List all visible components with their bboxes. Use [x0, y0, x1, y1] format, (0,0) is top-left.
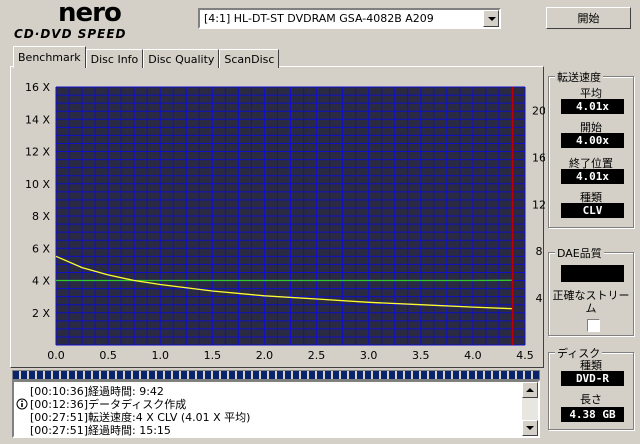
y-tick-label: 8 X	[32, 210, 50, 223]
y-tick-label: 14 X	[25, 113, 50, 126]
dae-quality-group: DAE品質 正確なストリーム	[548, 245, 634, 336]
tab-bar: Benchmark Disc Info Disc Quality ScanDis…	[13, 46, 280, 68]
y-tick-label: 2 X	[32, 307, 50, 320]
x-tick-label: 4.5	[516, 349, 534, 362]
y2-tick-label: 4	[536, 292, 543, 305]
dae-quality-title: DAE品質	[555, 245, 604, 261]
x-tick-label: 1.5	[204, 349, 222, 362]
benchmark-panel: 0.0 0.5 1.0 1.5 2.0 2.5 3.0 3.5 4.0 4.5 2 X 4 X 6 X 8…	[10, 66, 545, 368]
log-row: [00:12:36]データディスク作成	[16, 396, 186, 411]
chevron-down-icon[interactable]	[483, 10, 499, 27]
average-value: 4.01x	[561, 99, 624, 114]
speed-type-value: CLV	[561, 203, 624, 218]
disc-type-value: DVD-R	[561, 371, 624, 386]
y2-tick-label: 12	[532, 198, 545, 211]
tab-disc-info[interactable]: Disc Info	[85, 49, 144, 68]
log-row: [00:27:51]転送速度:4 X CLV (4.01 X 平均)	[16, 409, 250, 424]
disc-group: ディスク 種類 DVD-R 長さ 4.38 GB	[548, 345, 634, 430]
x-tick-label: 1.0	[151, 349, 169, 362]
x-tick-label: 0.5	[99, 349, 117, 362]
drive-select[interactable]: [4:1] HL-DT-ST DVDRAM GSA-4082B A209	[198, 8, 501, 29]
x-tick-label: 4.0	[464, 349, 482, 362]
x-tick-label: 3.5	[412, 349, 430, 362]
x-tick-label: 0.0	[47, 349, 65, 362]
log-text: 経過時間: 15:15	[88, 424, 171, 437]
disc-length-label: 長さ	[580, 393, 602, 406]
logo-text: nero	[58, 0, 122, 28]
tab-benchmark[interactable]: Benchmark	[13, 46, 86, 68]
y2-tick-label: 8	[536, 245, 543, 258]
start-button[interactable]: 開始	[546, 7, 631, 29]
log-time: [00:27:51]	[30, 424, 88, 437]
accurate-stream-checkbox[interactable]	[587, 319, 600, 332]
y-tick-label: 6 X	[32, 242, 50, 255]
log-row: [00:27:51]経過時間: 15:15	[16, 422, 171, 437]
scroll-down-icon[interactable]	[522, 420, 538, 436]
benchmark-chart: 0.0 0.5 1.0 1.5 2.0 2.5 3.0 3.5 4.0 4.5 2 X 4 X 6 X 8…	[25, 81, 545, 362]
drive-select-value: [4:1] HL-DT-ST DVDRAM GSA-4082B A209	[204, 12, 434, 25]
accurate-stream-label: 正確なストリーム	[552, 289, 630, 315]
log-scrollbar[interactable]	[522, 382, 538, 436]
nero-logo: nero CD·DVD SPEED	[12, 0, 162, 42]
x-tick-label: 3.0	[360, 349, 378, 362]
y-tick-label: 16 X	[25, 81, 50, 94]
transfer-rate-title: 転送速度	[555, 69, 603, 85]
end-position-value: 4.01x	[561, 169, 624, 184]
x-tick-label: 2.5	[308, 349, 326, 362]
y-tick-label: 12 X	[25, 146, 50, 159]
progress-bar	[12, 370, 540, 380]
log-list[interactable]: [00:10:36]経過時間: 9:42 [00:12:36]データディスク作成…	[12, 380, 540, 438]
y2-tick-label: 16	[532, 151, 545, 164]
transfer-rate-group: 転送速度 平均 4.01x 開始 4.00x 終了位置 4.01x 種類 CLV	[548, 69, 634, 228]
start-speed-value: 4.00x	[561, 133, 624, 148]
disc-length-value: 4.38 GB	[561, 407, 624, 422]
logo-subtext: CD·DVD SPEED	[14, 27, 127, 41]
x-tick-label: 2.0	[256, 349, 274, 362]
scroll-up-icon[interactable]	[522, 382, 538, 398]
log-row: [00:10:36]経過時間: 9:42	[16, 383, 164, 398]
dae-quality-value	[561, 265, 624, 282]
y-tick-label: 10 X	[25, 178, 50, 191]
y-tick-label: 4 X	[32, 275, 50, 288]
tab-disc-quality[interactable]: Disc Quality	[143, 49, 220, 68]
y2-tick-label: 20	[532, 104, 545, 117]
tab-scandisc[interactable]: ScanDisc	[219, 49, 280, 68]
